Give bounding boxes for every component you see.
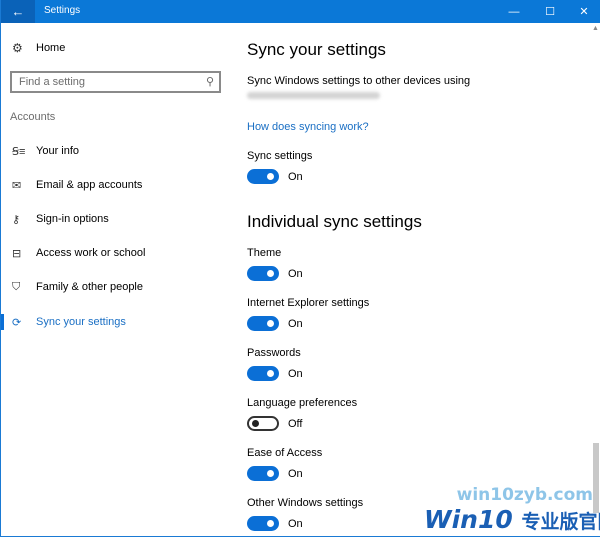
sync-icon: ⟳	[12, 316, 22, 329]
toggle-state: Off	[288, 417, 303, 430]
scroll-thumb[interactable]	[593, 443, 599, 513]
sidebar-item-label: Sync your settings	[36, 316, 126, 328]
back-button[interactable]: ←	[1, 0, 35, 23]
sidebar: ⚙ Home ⚲ Accounts Ꞩ≡ Your info ✉ Email &…	[1, 23, 231, 537]
toggle-switch[interactable]	[247, 466, 279, 481]
mail-icon: ✉	[12, 179, 22, 192]
toggle-knob	[267, 320, 274, 327]
search-box[interactable]: ⚲	[10, 71, 221, 93]
sidebar-home[interactable]: ⚙ Home	[12, 41, 65, 55]
toggle-state: On	[288, 317, 303, 330]
passwords-label: Passwords	[247, 347, 301, 359]
sidebar-item-label: Sign-in options	[36, 213, 109, 225]
toggle-knob	[267, 173, 274, 180]
settings-window: ← Settings — ☐ ✕ ⚙ Home ⚲ Accounts Ꞩ≡ Yo…	[0, 0, 600, 537]
sidebar-item-sign-in-options[interactable]: ⚷ Sign-in options	[1, 206, 231, 232]
maximize-button[interactable]: ☐	[533, 0, 567, 23]
sidebar-item-label: Email & app accounts	[36, 179, 143, 191]
sidebar-item-family[interactable]: ⛉ Family & other people	[1, 274, 231, 300]
toggle-state: On	[288, 267, 303, 280]
theme-toggle[interactable]: On	[247, 266, 303, 281]
minimize-button[interactable]: —	[497, 0, 531, 23]
sidebar-item-label: Family & other people	[36, 281, 143, 293]
sidebar-item-label: Your info	[36, 145, 80, 157]
passwords-toggle[interactable]: On	[247, 366, 303, 381]
vertical-scrollbar[interactable]: ▲	[591, 23, 600, 536]
title-bar: ← Settings — ☐ ✕	[1, 0, 600, 23]
toggle-switch[interactable]	[247, 169, 279, 184]
toggle-switch[interactable]	[247, 516, 279, 531]
ie-settings-label: Internet Explorer settings	[247, 297, 370, 309]
back-arrow-icon: ←	[11, 4, 25, 19]
sync-description: Sync Windows settings to other devices u…	[247, 75, 471, 87]
toggle-switch[interactable]	[247, 316, 279, 331]
toggle-state: On	[288, 467, 303, 480]
language-preferences-toggle[interactable]: Off	[247, 416, 302, 431]
sidebar-item-access-work[interactable]: ⊟ Access work or school	[1, 240, 231, 266]
toggle-state: On	[288, 367, 303, 380]
how-syncing-works-link[interactable]: How does syncing work?	[247, 121, 369, 133]
section-label-accounts: Accounts	[10, 111, 56, 123]
toggle-knob	[267, 470, 274, 477]
ease-of-access-label: Ease of Access	[247, 447, 323, 459]
sidebar-item-label: Access work or school	[36, 247, 146, 259]
search-input[interactable]	[19, 76, 199, 88]
sidebar-item-email-accounts[interactable]: ✉ Email & app accounts	[1, 172, 231, 198]
toggle-state: On	[288, 517, 303, 530]
ease-of-access-toggle[interactable]: On	[247, 466, 303, 481]
toggle-knob	[267, 520, 274, 527]
page-title: Sync your settings	[247, 40, 386, 59]
gear-icon: ⚙	[12, 41, 23, 55]
other-windows-settings-toggle[interactable]: On	[247, 516, 303, 531]
sidebar-item-your-info[interactable]: Ꞩ≡ Your info	[1, 138, 231, 164]
theme-label: Theme	[247, 247, 282, 259]
search-icon[interactable]: ⚲	[206, 75, 214, 88]
maximize-icon: ☐	[545, 6, 555, 18]
sidebar-item-sync[interactable]: ⟳ Sync your settings	[1, 309, 231, 335]
watermark-url: win10zyb.com	[456, 485, 593, 505]
toggle-switch[interactable]	[247, 416, 279, 431]
close-button[interactable]: ✕	[567, 0, 600, 23]
toggle-state: On	[288, 170, 303, 183]
briefcase-icon: ⊟	[12, 247, 22, 260]
window-title: Settings	[44, 5, 81, 16]
close-icon: ✕	[579, 6, 589, 18]
ie-settings-toggle[interactable]: On	[247, 316, 303, 331]
person-add-icon: ⛉	[12, 280, 21, 293]
scroll-up-icon[interactable]: ▲	[592, 25, 599, 32]
toggle-knob	[267, 370, 274, 377]
watermark-brand-latin: Win10	[424, 505, 513, 534]
sync-settings-label: Sync settings	[247, 150, 313, 162]
redacted-email	[247, 92, 380, 99]
person-card-icon: Ꞩ≡	[12, 145, 26, 158]
sync-settings-toggle[interactable]: On	[247, 169, 303, 184]
watermark-brand: Win10 专业版官网	[424, 505, 600, 534]
toggle-switch[interactable]	[247, 266, 279, 281]
other-windows-settings-label: Other Windows settings	[247, 497, 364, 509]
minimize-icon: —	[508, 5, 520, 18]
toggle-switch[interactable]	[247, 366, 279, 381]
watermark-brand-cn: 专业版官网	[521, 511, 600, 533]
language-preferences-label: Language preferences	[247, 397, 358, 409]
toggle-knob	[252, 420, 259, 427]
key-icon: ⚷	[12, 213, 21, 226]
toggle-knob	[267, 270, 274, 277]
section-title: Individual sync settings	[247, 212, 422, 231]
home-label: Home	[36, 42, 66, 54]
